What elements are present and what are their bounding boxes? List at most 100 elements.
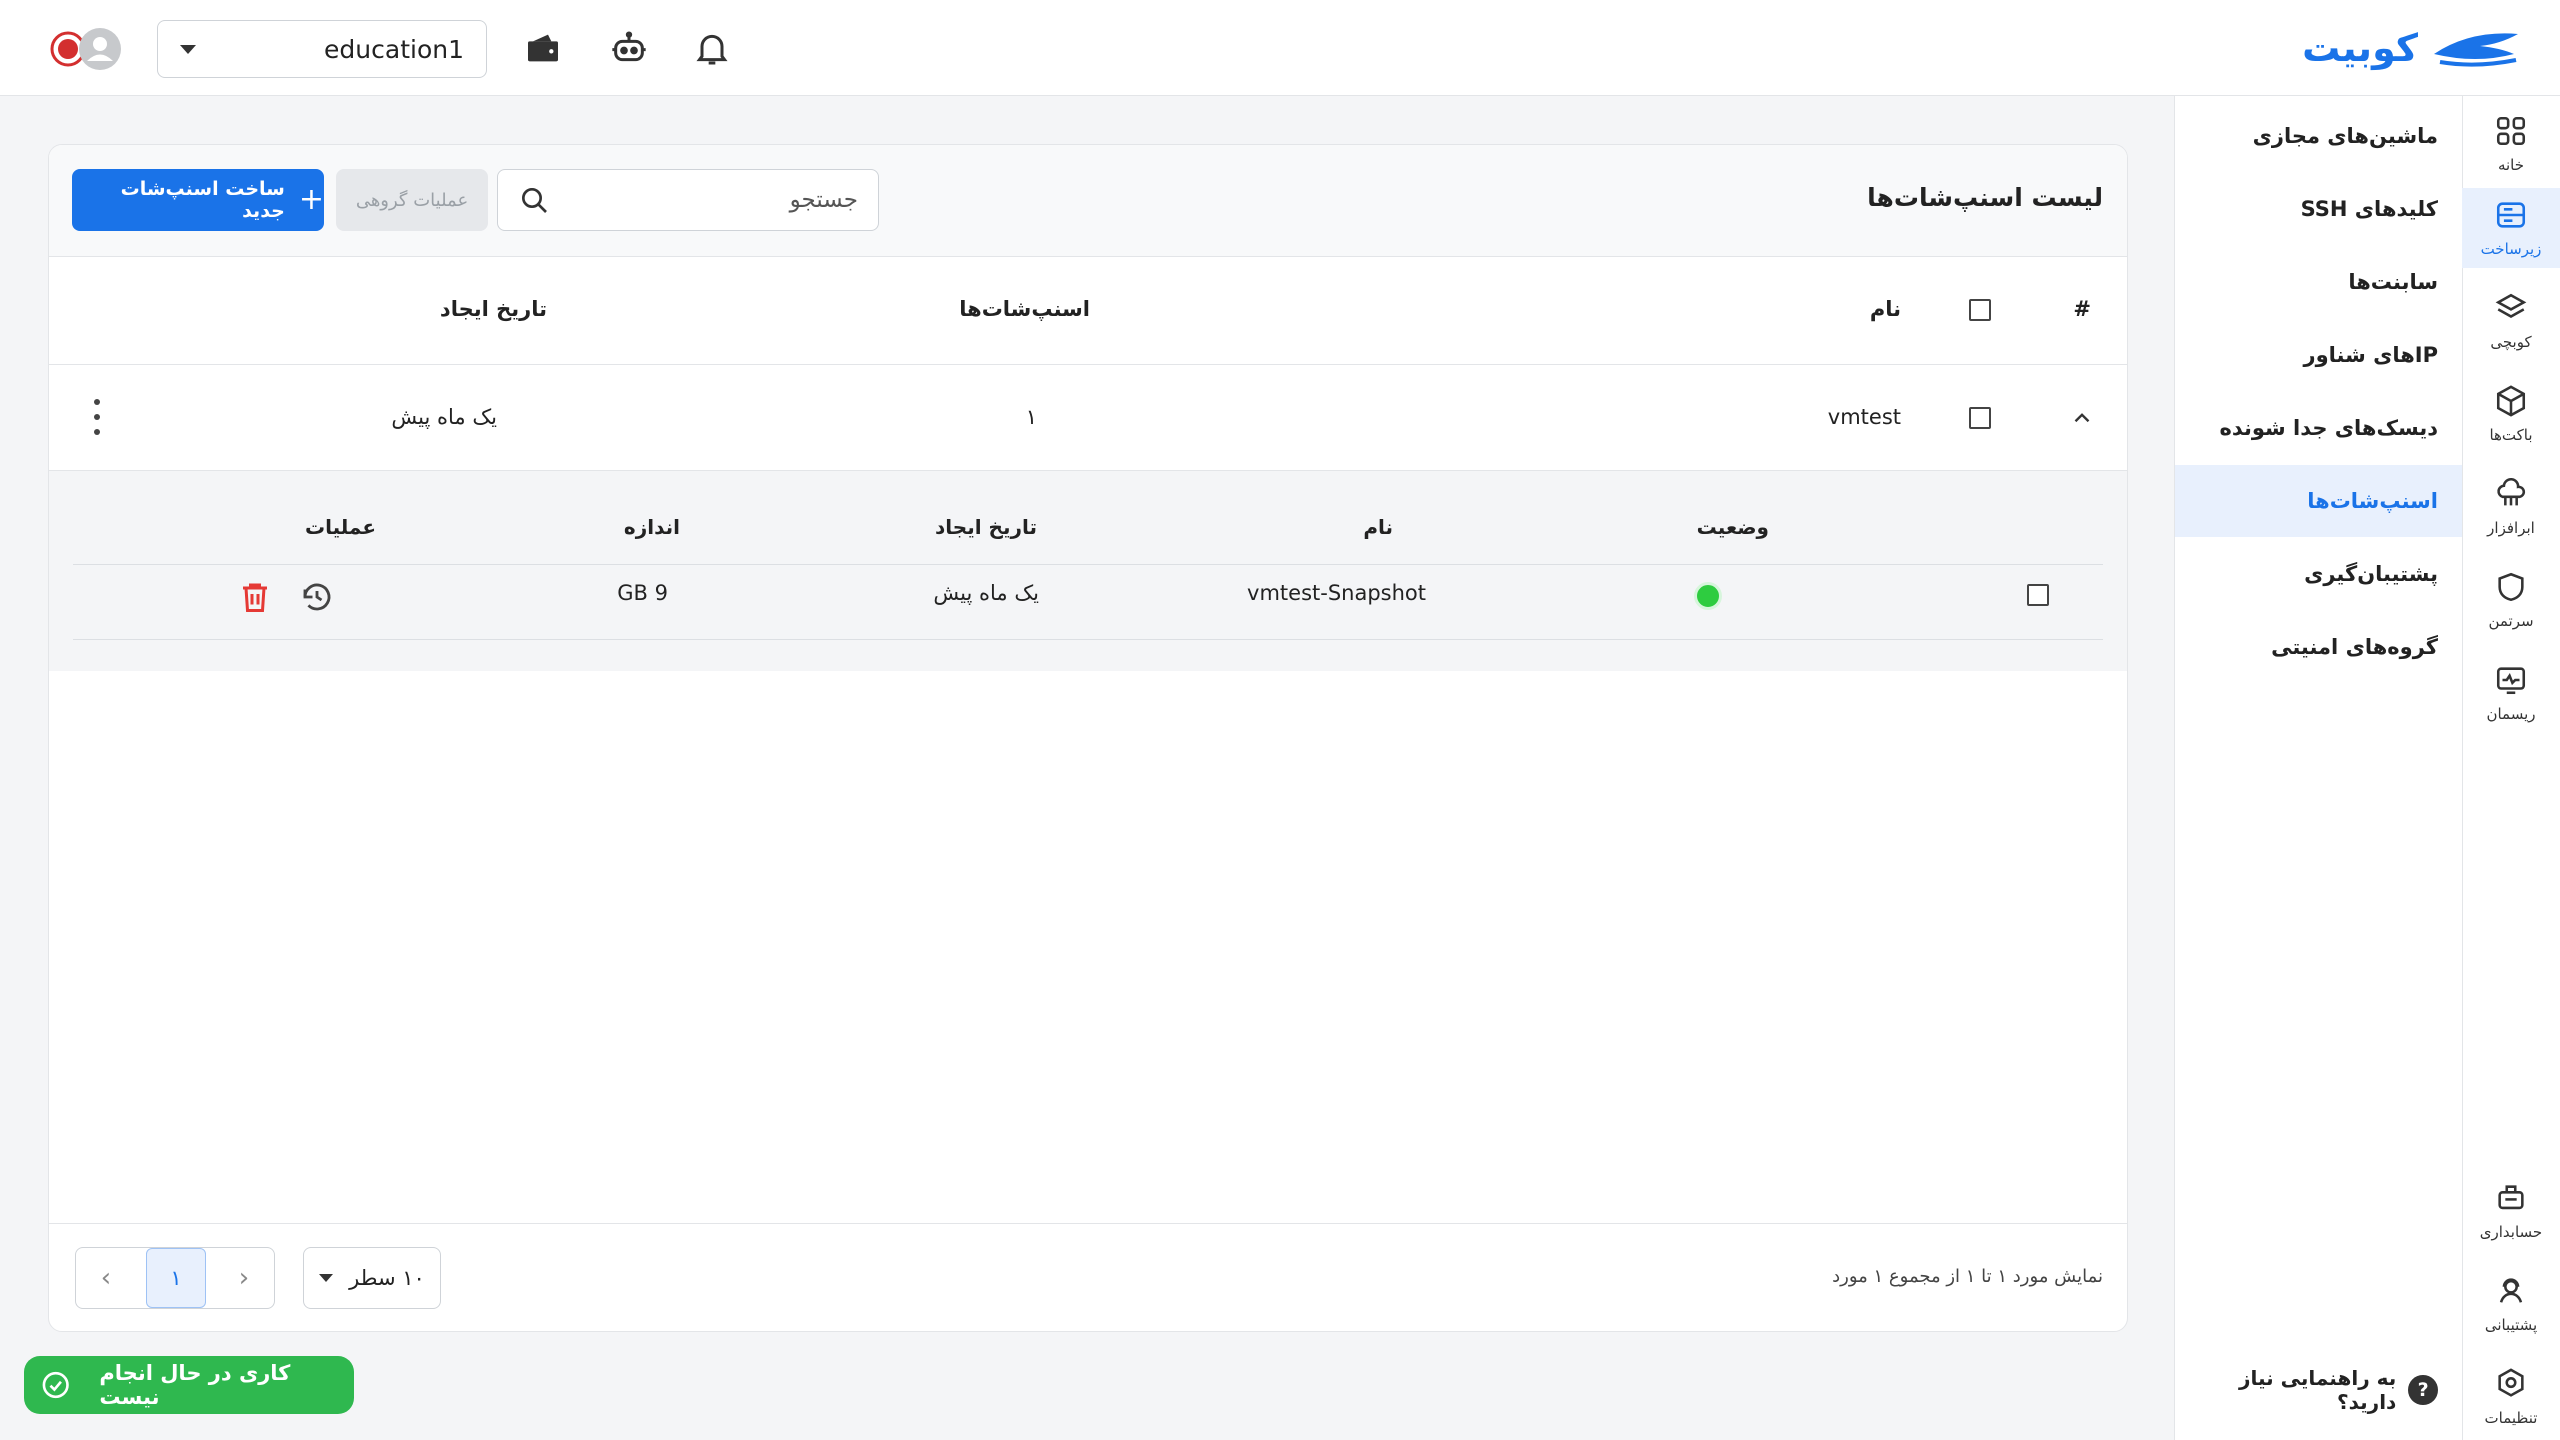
rail-item-accounting[interactable]: حسابداری [2462, 1171, 2560, 1251]
search-icon [522, 188, 547, 213]
search-placeholder: جستجو [789, 187, 858, 213]
rail-item-home[interactable]: خانه [2462, 104, 2560, 184]
status-indicator [1694, 582, 1722, 610]
box-icon [2496, 385, 2526, 417]
rail-label: ریسمان [2486, 705, 2536, 723]
restore-history-icon[interactable] [299, 579, 335, 615]
subcol-name: نام [1363, 515, 1393, 539]
logo-text: کوبیت [2302, 26, 2418, 70]
rail-label: باکت‌ها [2489, 426, 2533, 444]
select-all-checkbox[interactable] [1969, 299, 1991, 321]
row-created: یک ماه پیش [391, 405, 497, 429]
subnav-item-ssh-keys[interactable]: کلیدهای SSH [2175, 173, 2462, 245]
rail-label: پشتیبانی [2484, 1316, 2538, 1334]
subtable-body: وضعیت نام تاریخ ایجاد اندازه عملیات vmte… [73, 471, 2103, 640]
rail-item-monitoring[interactable]: ریسمان [2462, 653, 2560, 733]
wallet-icon [528, 34, 558, 62]
project-select[interactable]: education1 [157, 20, 487, 78]
group-actions-button[interactable]: عملیات گروهی [336, 169, 488, 231]
col-index: # [2073, 297, 2091, 321]
logo-mark-icon [2434, 33, 2518, 67]
task-status-text: کاری در حال انجام نیست [99, 1361, 291, 1409]
task-status-toast[interactable]: کاری در حال انجام نیست [24, 1356, 354, 1414]
subnav-item-virtual-machines[interactable]: ماشین‌های مجازی [2175, 100, 2462, 172]
cloud-app-icon [2497, 477, 2526, 506]
table-row[interactable]: vmtest ۱ یک ماه پیش [49, 365, 2127, 471]
rail-item-buckets[interactable]: باکت‌ها [2462, 374, 2560, 454]
subcol-size: اندازه [623, 515, 680, 539]
assistant-button[interactable] [605, 24, 653, 72]
snapshot-name: vmtest-Snapshot [1247, 581, 1426, 605]
help-icon: ? [2408, 1375, 2438, 1405]
subnav-item-backups[interactable]: پشتیبان‌گیری [2175, 538, 2462, 610]
pagination: ‹ ۱ › [75, 1247, 275, 1309]
settings-icon [2498, 1368, 2524, 1397]
row-checkbox[interactable] [1969, 407, 1991, 429]
table-footer: نمایش مورد ۱ تا ۱ از مجموع ۱ مورد ۱۰ سطر… [49, 1223, 2127, 1331]
rail-item-infrastructure[interactable]: زیرساخت [2462, 188, 2560, 268]
rail-label: خانه [2497, 156, 2525, 174]
snapshot-created: یک ماه پیش [933, 581, 1039, 605]
page-title: لیست اسنپ‌شات‌ها [1867, 183, 2103, 212]
help-text: به راهنمایی نیاز دارید؟ [2238, 1366, 2397, 1414]
main-rail: خانه زیرساخت کوبچی باکت‌ها ابرافزار سرتم… [2462, 96, 2560, 1440]
subnav-item-floating-ips[interactable]: IPهای شناور [2175, 319, 2462, 391]
wallet-button[interactable] [519, 24, 567, 72]
page-button-current[interactable]: ۱ [146, 1248, 206, 1308]
rail-label: زیرساخت [2480, 240, 2542, 258]
create-snapshot-label: ساخت اسنپ‌شات جدید [120, 178, 285, 222]
subnav-item-snapshots[interactable]: اسنپ‌شات‌ها [2175, 465, 2462, 537]
subnav-item-security-groups[interactable]: گروه‌های امنیتی [2175, 611, 2462, 683]
snapshot-row-checkbox[interactable] [2027, 584, 2049, 606]
rail-label: سرتمن [2488, 612, 2534, 630]
col-snapshots: اسنپ‌شات‌ها [959, 297, 1090, 321]
search-input[interactable]: جستجو [497, 169, 879, 231]
bell-icon [696, 34, 728, 65]
layers-icon [2495, 293, 2527, 318]
next-page-icon[interactable]: › [76, 1248, 136, 1308]
card-header: لیست اسنپ‌شات‌ها جستجو عملیات گروهی + سا… [49, 145, 2127, 257]
robot-icon [612, 31, 646, 62]
logo[interactable]: کوبیت [2302, 22, 2522, 74]
rows-per-page-value: ۱۰ سطر [349, 1266, 425, 1290]
help-link[interactable]: ? به راهنمایی نیاز دارید؟ [2175, 1366, 2438, 1414]
snapshot-size: 9 GB [617, 581, 668, 605]
rail-item-cloud-apps[interactable]: ابرافزار [2462, 467, 2560, 547]
col-created: تاریخ ایجاد [439, 297, 547, 321]
rail-label: تنظیمات [2484, 1409, 2538, 1427]
rail-label: حسابداری [2479, 1223, 2543, 1241]
check-circle-icon [42, 1371, 69, 1399]
subcol-created: تاریخ ایجاد [935, 515, 1037, 539]
prev-page-icon[interactable]: ‹ [214, 1248, 274, 1308]
chevron-down-icon [180, 44, 196, 54]
subnav-item-subnets[interactable]: سابنت‌ها [2175, 246, 2462, 318]
monitor-icon [2496, 667, 2526, 695]
project-value: education1 [324, 34, 464, 64]
rows-per-page-select[interactable]: ۱۰ سطر [303, 1247, 441, 1309]
divider [73, 564, 2103, 565]
pagination-range: نمایش مورد ۱ تا ۱ از مجموع ۱ مورد [1832, 1266, 2103, 1287]
rail-item-kubchi[interactable]: کوبچی [2462, 281, 2560, 361]
notifications-button[interactable] [688, 24, 736, 72]
subcol-actions: عملیات [304, 515, 376, 539]
more-actions-icon[interactable] [87, 399, 107, 435]
create-snapshot-button[interactable]: + ساخت اسنپ‌شات جدید [72, 169, 324, 231]
rail-label: کوبچی [2490, 333, 2532, 351]
chevron-down-icon [319, 1274, 334, 1282]
snapshot-subtable: وضعیت نام تاریخ ایجاد اندازه عملیات vmte… [49, 471, 2127, 671]
delete-icon[interactable] [237, 579, 273, 615]
rail-item-support[interactable]: پشتیبانی [2462, 1264, 2560, 1344]
accounting-icon [2498, 1185, 2524, 1210]
rail-label: ابرافزار [2487, 519, 2535, 537]
plus-icon: + [298, 182, 324, 217]
shield-icon [2498, 572, 2524, 602]
subcol-status: وضعیت [1696, 515, 1769, 539]
rail-item-settings[interactable]: تنظیمات [2462, 1357, 2560, 1437]
user-avatar[interactable] [50, 26, 124, 72]
subnav-item-volumes[interactable]: دیسک‌های جدا شونده [2175, 392, 2462, 464]
support-icon [2499, 1278, 2523, 1303]
chevron-up-icon[interactable] [2069, 405, 2095, 431]
snapshots-card: لیست اسنپ‌شات‌ها جستجو عملیات گروهی + سا… [48, 144, 2128, 1332]
rail-item-security[interactable]: سرتمن [2462, 560, 2560, 640]
col-name: نام [1869, 297, 1901, 321]
